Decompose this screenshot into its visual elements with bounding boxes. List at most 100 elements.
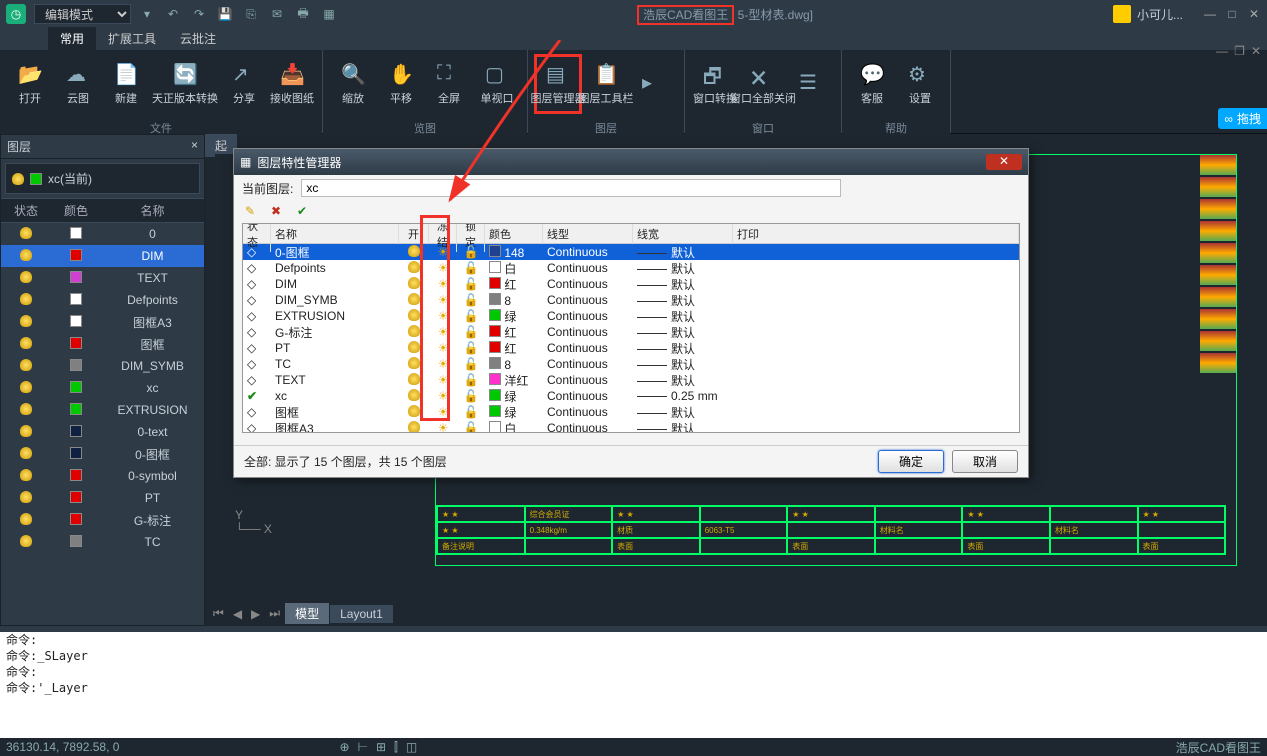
sun-icon[interactable]: ☀ [438, 245, 449, 259]
sub-close-icon[interactable]: ✕ [1251, 44, 1261, 58]
ribbon-settings[interactable]: ⚙设置 [896, 54, 944, 114]
bulb-icon[interactable] [408, 309, 420, 321]
status-icon[interactable]: ⊢ [358, 740, 368, 755]
cancel-button[interactable]: 取消 [952, 450, 1018, 473]
layer-list-item[interactable]: G-标注 [1, 509, 204, 531]
layer-list-item[interactable]: 0 [1, 223, 204, 245]
ribbon-cloud[interactable]: ☁云图 [54, 54, 102, 114]
ribbon-open[interactable]: 📂打开 [6, 54, 54, 114]
bulb-icon[interactable] [408, 341, 420, 353]
lock-icon[interactable]: 🔓 [464, 325, 479, 339]
layer-list-item[interactable]: TC [1, 531, 204, 553]
status-icon[interactable]: ⊞ [376, 740, 386, 755]
lock-icon[interactable]: 🔓 [464, 389, 479, 403]
qat-icon[interactable]: ↶ [165, 6, 181, 22]
ribbon-layermisc[interactable]: ▸ [630, 54, 678, 114]
sun-icon[interactable]: ☀ [438, 405, 449, 419]
ribbon-vport[interactable]: ▢单视口 [473, 54, 521, 114]
lock-icon[interactable]: 🔓 [464, 277, 479, 291]
sun-icon[interactable]: ☀ [438, 421, 449, 433]
layer-list-item[interactable]: DIM [1, 245, 204, 267]
lock-icon[interactable]: 🔓 [464, 373, 479, 387]
grid-row[interactable]: ◇DIM_SYMB☀🔓 8Continuous默认 [243, 292, 1019, 308]
sun-icon[interactable]: ☀ [438, 389, 449, 403]
status-icon[interactable]: ⊕ [339, 740, 349, 755]
sun-icon[interactable]: ☀ [438, 293, 449, 307]
ribbon-wcloseall[interactable]: 🗙窗口全部关闭 [739, 54, 787, 114]
ok-button[interactable]: 确定 [878, 450, 944, 473]
grid-row[interactable]: ◇图框A3☀🔓 白Continuous默认 [243, 420, 1019, 433]
lock-icon[interactable]: 🔓 [464, 245, 479, 259]
qat-icon[interactable]: ↷ [191, 6, 207, 22]
grid-row[interactable]: ◇G-标注☀🔓 红Continuous默认 [243, 324, 1019, 340]
layer-list-item[interactable]: DIM_SYMB [1, 355, 204, 377]
current-layer-field[interactable] [301, 179, 841, 197]
qat-icon[interactable]: ▦ [321, 6, 337, 22]
user-area[interactable]: 小可儿... [1113, 5, 1183, 23]
sun-icon[interactable]: ☀ [438, 277, 449, 291]
new-layer-icon[interactable]: ✎ [242, 203, 258, 219]
sun-icon[interactable]: ☀ [438, 325, 449, 339]
ribbon-tconvert[interactable]: 🔄天正版本转换 [150, 54, 220, 114]
layout-tab[interactable]: 模型 [285, 603, 329, 624]
bulb-icon[interactable] [408, 261, 420, 273]
panel-close-icon[interactable]: × [191, 138, 198, 155]
sun-icon[interactable]: ☀ [438, 261, 449, 275]
grid-row[interactable]: ◇TC☀🔓 8Continuous默认 [243, 356, 1019, 372]
set-current-icon[interactable]: ✔ [294, 203, 310, 219]
bulb-icon[interactable] [408, 357, 420, 369]
menu-tab[interactable]: 云批注 [168, 27, 228, 50]
ribbon-wmisc[interactable]: ☰ [787, 54, 835, 114]
bulb-icon[interactable] [408, 373, 420, 385]
qat-icon[interactable]: 💾 [217, 6, 233, 22]
menu-tab[interactable]: 常用 [48, 27, 96, 50]
lock-icon[interactable]: 🔓 [464, 309, 479, 323]
lock-icon[interactable]: 🔓 [464, 261, 479, 275]
grid-row[interactable]: ◇TEXT☀🔓 洋红Continuous默认 [243, 372, 1019, 388]
mode-dropdown[interactable]: 编辑模式 [34, 4, 131, 24]
layer-list-item[interactable]: EXTRUSION [1, 399, 204, 421]
layer-list-item[interactable]: 0-text [1, 421, 204, 443]
ribbon-share[interactable]: ↗分享 [220, 54, 268, 114]
share-float[interactable]: ∞ 拖拽 [1218, 108, 1267, 129]
ribbon-cs[interactable]: 💬客服 [848, 54, 896, 114]
grid-row[interactable]: ◇EXTRUSION☀🔓 绿Continuous默认 [243, 308, 1019, 324]
lock-icon[interactable]: 🔓 [464, 421, 479, 433]
grid-row[interactable]: ✔xc☀🔓 绿Continuous0.25 mm [243, 388, 1019, 404]
grid-row[interactable]: ◇0-图框☀🔓 148Continuous默认 [243, 244, 1019, 260]
ribbon-full[interactable]: ⛶全屏 [425, 54, 473, 114]
tab-last-icon[interactable]: ⏭ [265, 606, 284, 621]
layer-list-item[interactable]: 图框A3 [1, 311, 204, 333]
delete-layer-icon[interactable]: ✖ [268, 203, 284, 219]
layer-list-item[interactable]: 0-symbol [1, 465, 204, 487]
lock-icon[interactable]: 🔓 [464, 293, 479, 307]
qat-icon[interactable]: 🖶 [295, 6, 311, 22]
bulb-icon[interactable] [408, 245, 420, 257]
lock-icon[interactable]: 🔓 [464, 357, 479, 371]
ribbon-recv[interactable]: 📥接收图纸 [268, 54, 316, 114]
sub-restore-icon[interactable]: ❐ [1234, 44, 1245, 58]
menu-tab[interactable]: 扩展工具 [96, 27, 168, 50]
minimize-icon[interactable]: — [1203, 7, 1217, 21]
status-icon[interactable]: ⫿ [394, 740, 398, 755]
maximize-icon[interactable]: □ [1225, 7, 1239, 21]
status-icon[interactable]: ◫ [406, 740, 417, 755]
layer-list-item[interactable]: xc [1, 377, 204, 399]
qat-icon[interactable]: ⎘ [243, 6, 259, 22]
grid-row[interactable]: ◇PT☀🔓 红Continuous默认 [243, 340, 1019, 356]
ribbon-new[interactable]: 📄新建 [102, 54, 150, 114]
ribbon-pan[interactable]: ✋平移 [377, 54, 425, 114]
sun-icon[interactable]: ☀ [438, 341, 449, 355]
bulb-icon[interactable] [408, 325, 420, 337]
grid-row[interactable]: ◇Defpoints☀🔓 白Continuous默认 [243, 260, 1019, 276]
tab-next-icon[interactable]: ▶ [247, 607, 264, 621]
ribbon-layertool[interactable]: 📋图层工具栏 [582, 54, 630, 114]
sub-minimize-icon[interactable]: — [1216, 44, 1228, 58]
layer-list-item[interactable]: TEXT [1, 267, 204, 289]
sun-icon[interactable]: ☀ [438, 357, 449, 371]
grid-row[interactable]: ◇图框☀🔓 绿Continuous默认 [243, 404, 1019, 420]
close-icon[interactable]: ✕ [1247, 7, 1261, 21]
layout-tab[interactable]: Layout1 [330, 605, 393, 623]
layer-list-item[interactable]: 图框 [1, 333, 204, 355]
bulb-icon[interactable] [408, 277, 420, 289]
